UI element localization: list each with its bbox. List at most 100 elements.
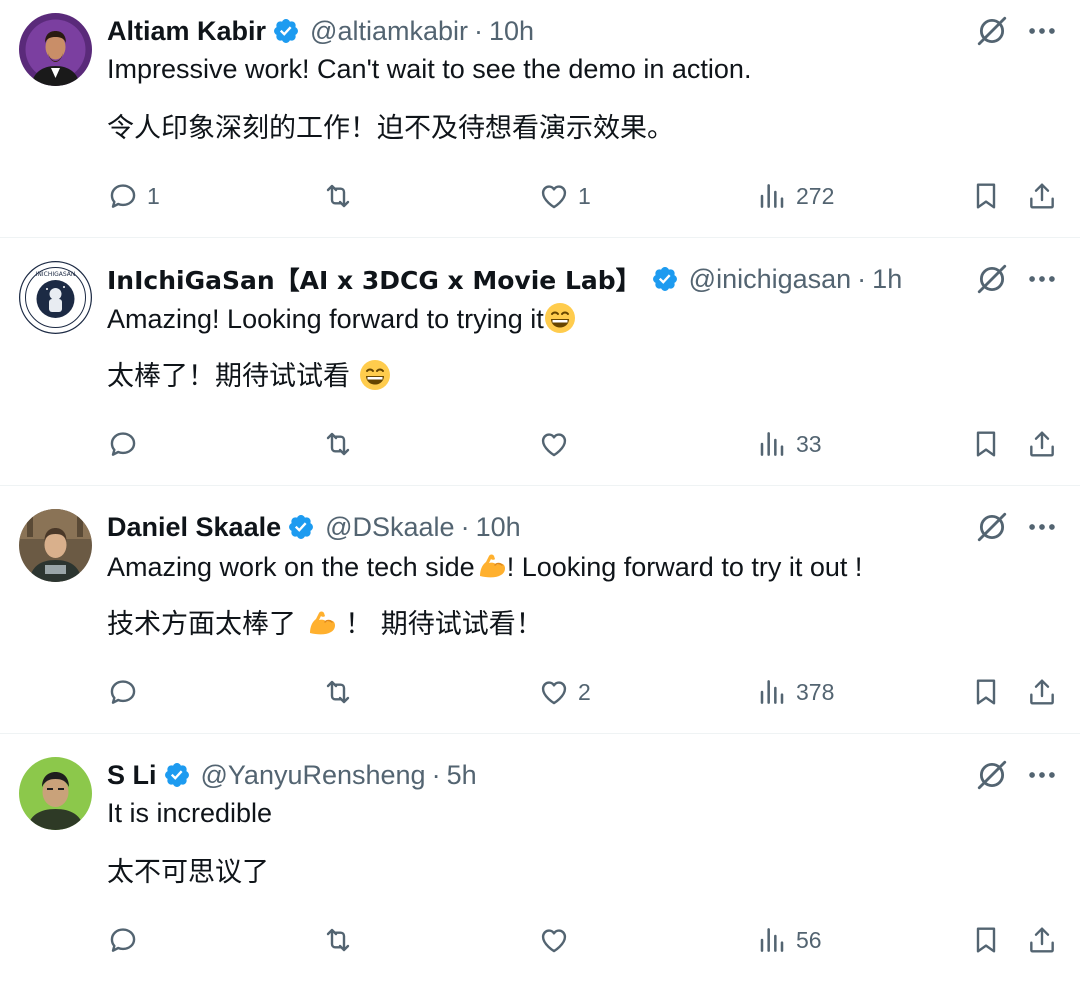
bookmark-button[interactable]: [970, 178, 1002, 214]
reply-tweet[interactable]: Daniel Skaale @DSkaale · 10h Amazing wor…: [0, 496, 1080, 744]
like-button[interactable]: [538, 922, 578, 958]
view-count: 378: [796, 678, 835, 705]
share-button[interactable]: [1026, 426, 1058, 462]
tweet-text: It is incredible: [107, 798, 273, 828]
tweet-text-part: ! Looking forward to try it out !: [506, 552, 863, 582]
like-count: 2: [578, 678, 591, 705]
bookmark-button[interactable]: [970, 922, 1002, 958]
timestamp[interactable]: 5h: [447, 760, 477, 791]
more-icon[interactable]: [1024, 262, 1060, 296]
reply-button[interactable]: [107, 674, 147, 710]
author-name[interactable]: S Li: [107, 760, 157, 791]
bookmark-button[interactable]: [970, 674, 1002, 710]
views-button[interactable]: 272: [756, 178, 834, 214]
view-count: 33: [796, 430, 822, 457]
grok-icon[interactable]: [975, 262, 1009, 296]
share-button[interactable]: [1026, 674, 1058, 710]
like-icon: [538, 428, 570, 460]
avatar[interactable]: [19, 757, 92, 830]
verified-badge-icon: [651, 265, 679, 293]
separator: ·: [857, 263, 867, 294]
share-icon: [1026, 676, 1058, 708]
author-name[interactable]: Daniel Skaale: [107, 512, 281, 543]
grin-emoji: [544, 302, 576, 334]
tweet-header: InIchiGaSan【AI x 3DCG x Movie Lab】 @inic…: [107, 262, 902, 296]
author-name[interactable]: InIchiGaSan【AI x 3DCG x Movie Lab】: [107, 261, 641, 297]
tweet-text: Amazing! Looking forward to trying it: [107, 302, 576, 335]
author-name[interactable]: Altiam Kabir: [107, 16, 266, 47]
retweet-icon: [322, 924, 354, 956]
avatar[interactable]: [19, 509, 92, 582]
verified-badge-icon: [272, 17, 300, 45]
grok-icon[interactable]: [975, 14, 1009, 48]
reply-button[interactable]: 1: [107, 178, 160, 214]
bookmark-button[interactable]: [970, 426, 1002, 462]
bookmark-icon: [970, 676, 1002, 708]
flexed-biceps-emoji: [475, 550, 507, 582]
retweet-button[interactable]: [322, 922, 362, 958]
verified-badge-icon: [163, 761, 191, 789]
reply-tweet[interactable]: INICHIGASAN InIchiGaSan【AI x 3DCG x Movi…: [0, 248, 1080, 496]
divider: [0, 733, 1080, 734]
retweet-button[interactable]: [322, 178, 362, 214]
tweet-text: Amazing work on the tech side ! Looking f…: [107, 550, 862, 583]
like-icon: [538, 676, 570, 708]
tweet-text: Impressive work! Can't wait to see the d…: [107, 54, 752, 84]
more-icon[interactable]: [1024, 14, 1060, 48]
retweet-button[interactable]: [322, 674, 362, 710]
share-button[interactable]: [1026, 178, 1058, 214]
reply-button[interactable]: [107, 426, 147, 462]
views-button[interactable]: 56: [756, 922, 822, 958]
tweet-translation: 太棒了！期待试试看: [107, 354, 391, 393]
like-count: 1: [578, 182, 591, 209]
like-button[interactable]: [538, 426, 578, 462]
verified-badge-icon: [287, 513, 315, 541]
tweet-text-part: Amazing work on the tech side: [107, 552, 475, 582]
views-button[interactable]: 378: [756, 674, 834, 710]
reply-icon: [107, 180, 139, 212]
avatar[interactable]: [19, 13, 92, 86]
share-icon: [1026, 180, 1058, 212]
view-count: 56: [796, 926, 822, 953]
flexed-biceps-emoji: [305, 607, 337, 639]
view-count: 272: [796, 182, 835, 209]
action-bar: 1 1 272: [0, 178, 1080, 214]
retweet-button[interactable]: [322, 426, 362, 462]
bookmark-icon: [970, 180, 1002, 212]
separator: ·: [474, 15, 483, 46]
grok-icon[interactable]: [975, 510, 1009, 544]
views-button[interactable]: 33: [756, 426, 822, 462]
views-icon: [756, 428, 788, 460]
grok-icon[interactable]: [975, 758, 1009, 792]
timestamp[interactable]: 10h: [476, 512, 521, 543]
more-icon[interactable]: [1024, 510, 1060, 544]
tweet-header: S Li @YanyuRensheng · 5h: [107, 758, 477, 792]
views-icon: [756, 676, 788, 708]
like-icon: [538, 180, 570, 212]
more-icon[interactable]: [1024, 758, 1060, 792]
reply-button[interactable]: [107, 922, 147, 958]
views-icon: [756, 180, 788, 212]
tweet-header: Altiam Kabir @altiamkabir · 10h: [107, 14, 534, 48]
tweet-header: Daniel Skaale @DSkaale · 10h: [107, 510, 521, 544]
timestamp[interactable]: 1h: [872, 264, 902, 295]
action-bar: 56: [0, 922, 1080, 958]
author-handle[interactable]: @inichigasan: [689, 264, 852, 295]
tweet-text-content: Amazing! Looking forward to trying it: [107, 304, 544, 334]
author-handle[interactable]: @YanyuRensheng: [201, 760, 426, 791]
like-button[interactable]: 2: [538, 674, 591, 710]
avatar[interactable]: INICHIGASAN: [19, 261, 92, 334]
reply-tweet[interactable]: Altiam Kabir @altiamkabir · 10h Impressi…: [0, 0, 1080, 248]
like-icon: [538, 924, 570, 956]
share-button[interactable]: [1026, 922, 1058, 958]
bookmark-icon: [970, 428, 1002, 460]
timestamp[interactable]: 10h: [489, 16, 534, 47]
like-button[interactable]: 1: [538, 178, 591, 214]
reply-tweet[interactable]: S Li @YanyuRensheng · 5h It is incredibl…: [0, 744, 1080, 992]
separator: ·: [431, 759, 441, 790]
retweet-icon: [322, 180, 354, 212]
author-handle[interactable]: @DSkaale: [325, 512, 454, 543]
author-handle[interactable]: @altiamkabir: [310, 16, 468, 47]
reply-icon: [107, 428, 139, 460]
reply-count: 1: [147, 182, 160, 209]
